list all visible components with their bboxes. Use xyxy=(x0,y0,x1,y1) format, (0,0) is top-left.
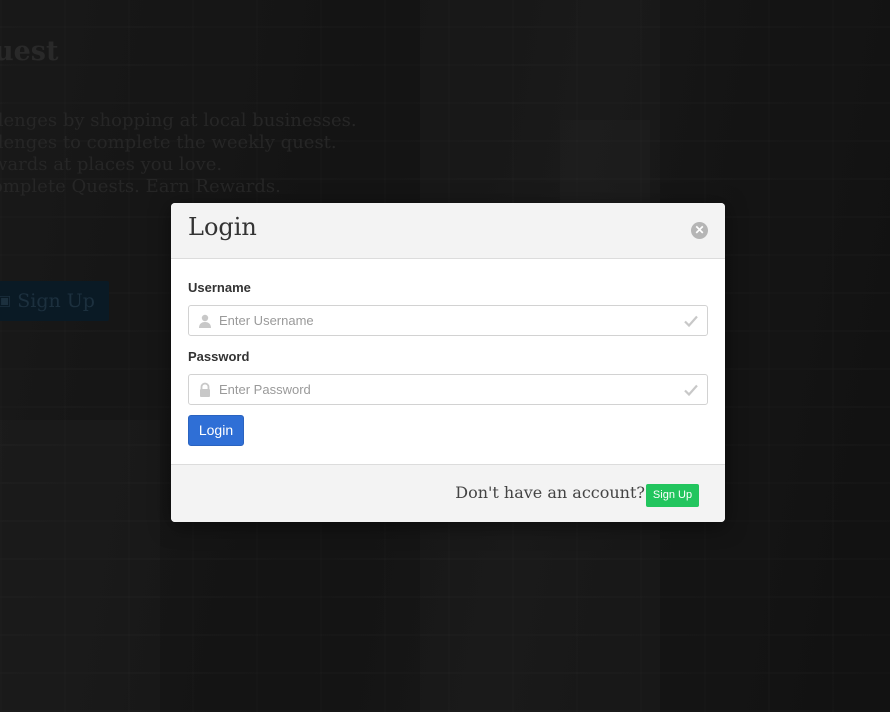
lock-icon xyxy=(200,382,210,397)
page: uest llenges by shopping at local busine… xyxy=(0,0,890,712)
user-icon xyxy=(199,314,211,328)
check-icon xyxy=(684,315,698,328)
check-icon xyxy=(684,384,698,397)
modal-title: Login xyxy=(188,213,257,241)
modal-body: Username Password xyxy=(171,259,725,464)
no-account-prompt: Don't have an account? xyxy=(455,483,645,502)
modal-header: Login ✕ xyxy=(171,203,725,259)
signup-button[interactable]: Sign Up xyxy=(646,484,699,507)
login-modal: Login ✕ Username Password xyxy=(171,203,725,522)
password-input[interactable] xyxy=(219,375,669,404)
username-label: Username xyxy=(188,280,251,295)
login-button[interactable]: Login xyxy=(188,415,244,446)
password-label: Password xyxy=(188,349,250,364)
modal-footer: Don't have an account? Sign Up xyxy=(171,464,725,522)
username-field-wrapper[interactable] xyxy=(188,305,708,336)
password-field-wrapper[interactable] xyxy=(188,374,708,405)
username-input[interactable] xyxy=(219,306,669,335)
close-icon[interactable]: ✕ xyxy=(691,222,708,239)
